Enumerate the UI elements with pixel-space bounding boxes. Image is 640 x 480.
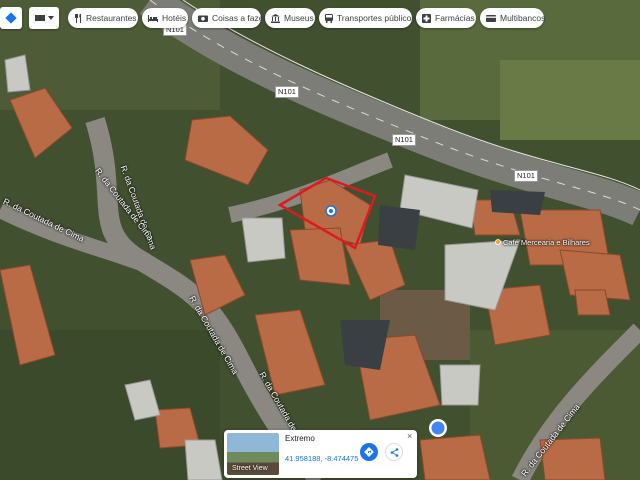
category-chip-transit[interactable]: Transportes públicos xyxy=(319,8,416,28)
directions-diamond-button[interactable] xyxy=(0,7,22,29)
layers-button[interactable] xyxy=(29,7,59,29)
pharmacy-icon xyxy=(422,13,431,23)
share-icon xyxy=(390,447,398,457)
share-button[interactable] xyxy=(385,443,403,461)
street-view-thumbnail[interactable]: Street View xyxy=(227,433,279,475)
category-chip-things-to-do[interactable]: Coisas a fazer xyxy=(192,8,266,28)
museum-icon xyxy=(271,13,280,23)
directions-button[interactable] xyxy=(360,443,378,461)
road-label-n101: N101 xyxy=(514,170,538,182)
directions-arrow-icon xyxy=(364,447,374,457)
location-pin-icon xyxy=(325,205,337,217)
road-label-n101: N101 xyxy=(392,134,416,146)
directions-icon xyxy=(5,12,17,24)
place-info-card[interactable]: Street View Extremo 41.958188, -8.474475… xyxy=(224,430,417,478)
restaurant-icon xyxy=(75,13,81,23)
road-label-n101: N101 xyxy=(275,86,299,98)
atm-icon xyxy=(486,14,496,22)
my-location-dot-icon xyxy=(429,419,447,437)
cafe-poi-icon xyxy=(495,239,501,245)
close-card-button[interactable]: × xyxy=(407,431,412,441)
hotel-icon xyxy=(148,14,158,22)
chevron-down-icon xyxy=(47,16,54,20)
category-chip-restaurants[interactable]: Restaurantes xyxy=(68,8,138,28)
camera-icon xyxy=(198,15,208,22)
street-view-label: Street View xyxy=(232,465,268,472)
category-chip-atms[interactable]: Multibancos xyxy=(480,8,545,28)
poi-label-cafe[interactable]: Café Mercearia e Bilhares xyxy=(503,238,590,247)
place-coordinates[interactable]: 41.958188, -8.474475 xyxy=(285,454,358,463)
layers-icon xyxy=(34,15,45,21)
top-toolbar: Restaurantes Hotéis Coisas a fazer Museu… xyxy=(0,7,640,29)
category-chip-hotels[interactable]: Hotéis xyxy=(142,8,188,28)
category-chip-pharmacies[interactable]: Farmácias xyxy=(416,8,476,28)
category-chip-museums[interactable]: Museus xyxy=(265,8,315,28)
place-title: Extremo xyxy=(285,434,315,443)
transit-icon xyxy=(325,13,333,23)
